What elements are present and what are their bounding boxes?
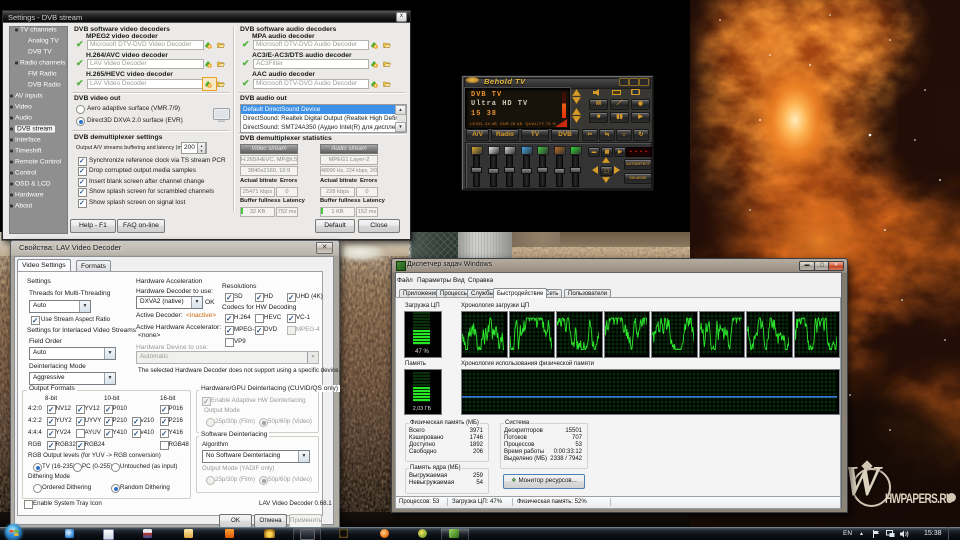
svg-text:47 %: 47 % (415, 349, 429, 355)
svg-text:2,03 ГБ: 2,03 ГБ (413, 406, 432, 412)
